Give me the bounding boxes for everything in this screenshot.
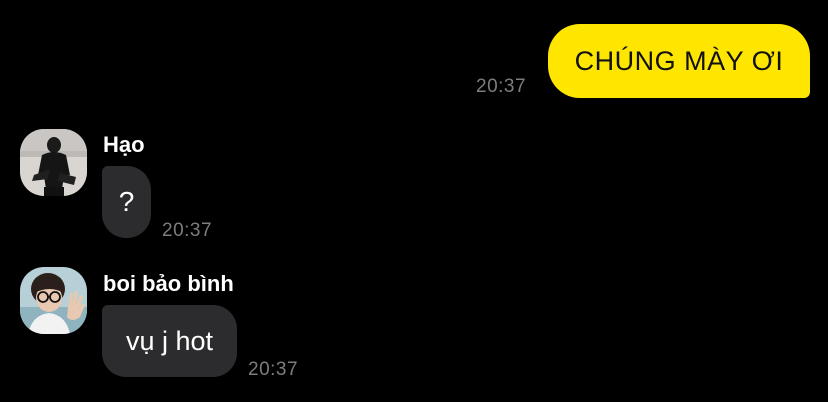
message-text: CHÚNG MÀY ƠI — [574, 45, 784, 76]
message-timestamp: 20:37 — [476, 76, 527, 97]
avatar[interactable] — [20, 267, 87, 334]
sender-name: Hạo — [103, 132, 145, 157]
sender-name: boi bảo bình — [103, 271, 234, 296]
message-bubble-outgoing[interactable]: CHÚNG MÀY ƠI — [548, 24, 810, 98]
avatar-photo — [20, 267, 87, 334]
message-timestamp: 20:37 — [162, 220, 213, 241]
message-bubble-incoming[interactable]: ? — [102, 166, 151, 238]
message-timestamp: 20:37 — [248, 359, 299, 380]
message-text: ? — [118, 186, 135, 217]
avatar-photo — [20, 129, 87, 196]
avatar[interactable] — [20, 129, 87, 196]
message-text: vụ j hot — [125, 325, 214, 356]
message-bubble-incoming[interactable]: vụ j hot — [102, 305, 237, 377]
